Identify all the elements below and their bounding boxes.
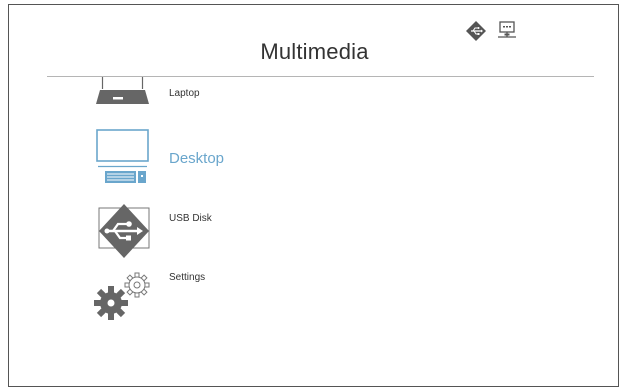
usb-disk-icon	[98, 204, 150, 258]
usb-connection-icon	[466, 21, 486, 41]
menu-item-label: Desktop	[169, 150, 225, 167]
menu-item-label: Settings	[169, 272, 206, 283]
page-title: Multimedia	[260, 39, 369, 64]
desktop-icon	[96, 129, 149, 183]
menu-item-desktop[interactable]: Desktop	[89, 129, 389, 185]
menu-item-laptop[interactable]: Laptop	[89, 73, 389, 109]
menu-item-label: USB Disk	[169, 213, 212, 224]
multimedia-window: Multimedia Laptop Desktop USB Disk Setti…	[8, 4, 619, 387]
laptop-icon	[96, 77, 149, 104]
menu-item-settings[interactable]: Settings	[89, 267, 389, 327]
menu-item-usb-disk[interactable]: USB Disk	[89, 202, 389, 260]
network-computer-icon	[498, 21, 516, 38]
menu-item-label: Laptop	[169, 88, 200, 99]
settings-gears-icon	[94, 272, 150, 320]
